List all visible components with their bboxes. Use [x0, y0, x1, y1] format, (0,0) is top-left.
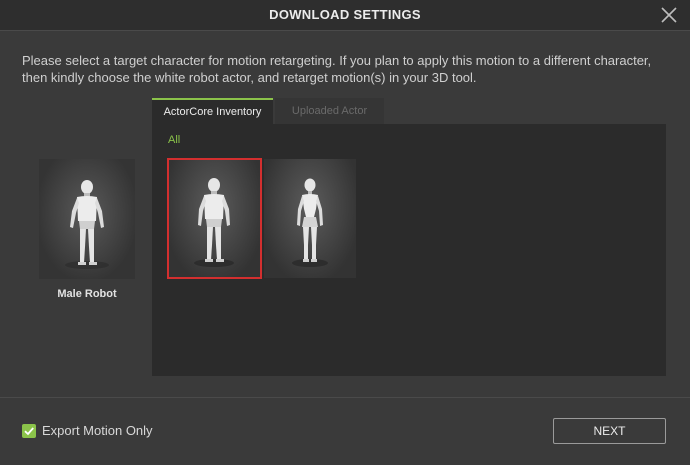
character-preview — [39, 159, 135, 279]
title-divider — [0, 30, 690, 31]
male-robot-figure-icon — [65, 180, 109, 269]
male-robot-figure-icon — [194, 178, 234, 267]
preview-character-name: Male Robot — [57, 288, 117, 300]
footer-divider — [0, 397, 690, 398]
tab-uploaded-actor[interactable]: Uploaded Actor — [275, 98, 384, 124]
dialog-title: DOWNLOAD SETTINGS — [269, 7, 421, 22]
export-motion-only-checkbox[interactable] — [22, 424, 36, 438]
instruction-text: Please select a target character for mot… — [22, 53, 652, 85]
character-card-male-robot[interactable] — [167, 158, 262, 279]
title-bar: DOWNLOAD SETTINGS — [0, 0, 690, 30]
filter-all-link[interactable]: All — [168, 134, 180, 146]
female-robot-figure-icon — [292, 178, 328, 267]
character-card-female-robot[interactable] — [264, 159, 356, 278]
close-icon[interactable] — [658, 4, 680, 26]
checkmark-icon — [24, 427, 34, 436]
export-motion-only-label[interactable]: Export Motion Only — [42, 423, 153, 438]
tab-actorcore-inventory[interactable]: ActorCore Inventory — [152, 98, 273, 124]
next-button[interactable]: NEXT — [553, 418, 666, 444]
